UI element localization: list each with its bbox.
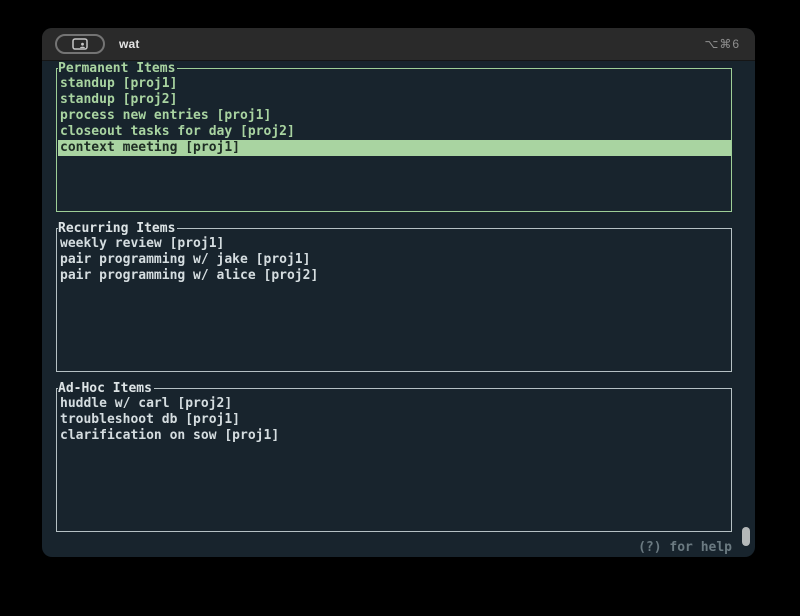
- list-item[interactable]: huddle w/ carl [proj2]: [58, 396, 731, 412]
- list-item[interactable]: clarification on sow [proj1]: [58, 428, 731, 444]
- list-item[interactable]: pair programming w/ jake [proj1]: [58, 252, 731, 268]
- list-item[interactable]: standup [proj1]: [58, 76, 731, 92]
- panel-adhoc-items: Ad-Hoc Items huddle w/ carl [proj2] trou…: [56, 388, 732, 532]
- list-item[interactable]: weekly review [proj1]: [58, 236, 731, 252]
- list-item[interactable]: troubleshoot db [proj1]: [58, 412, 731, 428]
- terminal-window: wat ⌥⌘6 Permanent Items standup [proj1] …: [42, 28, 755, 557]
- tab-shortcut-hint: ⌥⌘6: [704, 37, 740, 51]
- adhoc-items-list: huddle w/ carl [proj2] troubleshoot db […: [57, 389, 731, 444]
- panel-adhoc-title: Ad-Hoc Items: [58, 381, 154, 397]
- terminal-content: Permanent Items standup [proj1] standup …: [42, 60, 755, 557]
- list-item-selected[interactable]: context meeting [proj1]: [58, 140, 731, 156]
- display-with-user-icon: [72, 38, 88, 51]
- list-item[interactable]: process new entries [proj1]: [58, 108, 731, 124]
- terminal-tab-button[interactable]: [55, 34, 105, 54]
- panel-permanent-title: Permanent Items: [58, 61, 177, 77]
- panel-recurring-items: Recurring Items weekly review [proj1] pa…: [56, 228, 732, 372]
- panel-recurring-title: Recurring Items: [58, 221, 177, 237]
- titlebar: wat ⌥⌘6: [42, 28, 755, 61]
- permanent-items-list: standup [proj1] standup [proj2] process …: [57, 69, 731, 156]
- list-item[interactable]: pair programming w/ alice [proj2]: [58, 268, 731, 284]
- window-title: wat: [119, 37, 140, 51]
- help-hint: (?) for help: [56, 540, 732, 556]
- panel-permanent-items: Permanent Items standup [proj1] standup …: [56, 68, 732, 212]
- list-item[interactable]: closeout tasks for day [proj2]: [58, 124, 731, 140]
- scrollbar-thumb[interactable]: [742, 527, 750, 546]
- recurring-items-list: weekly review [proj1] pair programming w…: [57, 229, 731, 284]
- list-item[interactable]: standup [proj2]: [58, 92, 731, 108]
